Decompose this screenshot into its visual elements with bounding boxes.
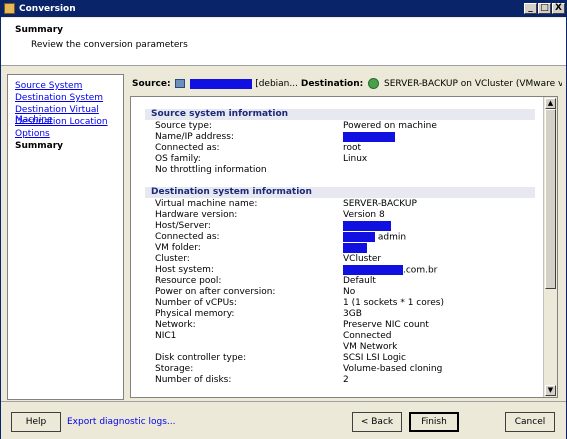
- destination-value: SERVER-BACKUP on VCluster (VMware vCente…: [383, 79, 562, 89]
- row-value: VM Network: [343, 342, 398, 352]
- app-icon: [4, 3, 15, 14]
- row-label: Physical memory:: [155, 309, 235, 319]
- cancel-button[interactable]: Cancel: [505, 412, 555, 432]
- row-label: Connected as:: [155, 232, 220, 242]
- scroll-up-icon[interactable]: ▲: [545, 98, 556, 109]
- row-value: SERVER-BACKUP: [343, 199, 417, 209]
- section-header-source: Source system information: [145, 109, 535, 120]
- source-destination-bar: Source: [debian... Destination: SERVER-B…: [132, 76, 562, 92]
- row-value-redacted: [343, 243, 367, 254]
- row-value: Version 8: [343, 210, 385, 220]
- row-value-redacted: admin: [343, 232, 406, 243]
- row-label: Hardware version:: [155, 210, 238, 220]
- row-value: 2: [343, 375, 349, 385]
- row-value: Powered on machine: [343, 121, 437, 131]
- row-value: Default: [343, 276, 376, 286]
- row-value: SCSI LSI Logic: [343, 353, 406, 363]
- row-value: Volume-based cloning: [343, 364, 443, 374]
- nav-item-destination-system[interactable]: Destination System: [15, 93, 103, 103]
- scroll-down-icon[interactable]: ▼: [545, 385, 556, 396]
- row-label: Disk controller type:: [155, 353, 247, 363]
- row-value: Preserve NIC count: [343, 320, 429, 330]
- help-button[interactable]: Help: [11, 412, 61, 432]
- title-bar[interactable]: Conversion _ □ X: [1, 1, 566, 17]
- row-label: Source type:: [155, 121, 212, 131]
- back-button[interactable]: < Back: [352, 412, 402, 432]
- row-value: .com.br: [403, 265, 438, 276]
- section-header-destination: Destination system information: [145, 187, 535, 198]
- row-value: 1 (1 sockets * 1 cores): [343, 298, 444, 308]
- row-label: VM folder:: [155, 243, 201, 253]
- wizard-header: Summary Review the conversion parameters: [1, 18, 566, 66]
- wizard-footer: Help Export diagnostic logs... < Back Fi…: [1, 401, 566, 439]
- row-label: Cluster:: [155, 254, 190, 264]
- summary-panel[interactable]: Source system information Source type: P…: [130, 96, 558, 398]
- redacted-source-name: [190, 78, 253, 89]
- row-label: Resource pool:: [155, 276, 222, 286]
- close-button[interactable]: X: [552, 3, 565, 14]
- row-label: Number of vCPUs:: [155, 298, 237, 308]
- vertical-scrollbar[interactable]: ▲ ▼: [543, 97, 557, 397]
- row-value: 3GB: [343, 309, 362, 319]
- row-value-redacted: [343, 132, 395, 143]
- source-value: [debian...: [255, 79, 298, 89]
- nav-item-options[interactable]: Options: [15, 129, 50, 139]
- row-value: VCluster: [343, 254, 382, 264]
- page-title: Summary: [15, 25, 64, 35]
- row-value-redacted: [343, 221, 391, 232]
- row-label: Name/IP address:: [155, 132, 234, 142]
- row-label: Host/Server:: [155, 221, 211, 231]
- maximize-button[interactable]: □: [538, 3, 551, 14]
- virtual-machine-icon: [175, 79, 186, 88]
- row-label: Network:: [155, 320, 196, 330]
- row-label: Power on after conversion:: [155, 287, 276, 297]
- nav-item-summary: Summary: [15, 141, 64, 151]
- row-label: Number of disks:: [155, 375, 232, 385]
- source-label: Source:: [132, 79, 171, 89]
- row-label: Host system:: [155, 265, 214, 275]
- page-subtitle: Review the conversion parameters: [31, 40, 188, 50]
- window-title: Conversion: [19, 4, 76, 14]
- row-label: No throttling information: [155, 165, 267, 175]
- finish-button[interactable]: Finish: [409, 412, 459, 432]
- row-value: No: [343, 287, 356, 297]
- row-label: OS family:: [155, 154, 201, 164]
- row-label: NIC1: [155, 331, 177, 341]
- row-value: admin: [377, 232, 407, 243]
- row-value-redacted: .com.br: [343, 265, 437, 276]
- destination-label: Destination:: [300, 79, 364, 89]
- row-value: root: [343, 143, 362, 153]
- vcenter-icon: [368, 78, 380, 89]
- wizard-steps-nav: Source System Destination System Destina…: [7, 74, 124, 400]
- conversion-window: Conversion _ □ X Summary Review the conv…: [0, 0, 567, 439]
- nav-item-destination-location[interactable]: Destination Location: [15, 117, 108, 127]
- row-label: Storage:: [155, 364, 194, 374]
- export-diagnostic-logs-link[interactable]: Export diagnostic logs...: [67, 417, 176, 427]
- minimize-button[interactable]: _: [524, 3, 537, 14]
- row-label: Virtual machine name:: [155, 199, 258, 209]
- scrollbar-thumb[interactable]: [545, 109, 556, 289]
- nav-item-source-system[interactable]: Source System: [15, 81, 82, 91]
- row-value: Connected: [343, 331, 392, 341]
- row-label: Connected as:: [155, 143, 220, 153]
- row-value: Linux: [343, 154, 368, 164]
